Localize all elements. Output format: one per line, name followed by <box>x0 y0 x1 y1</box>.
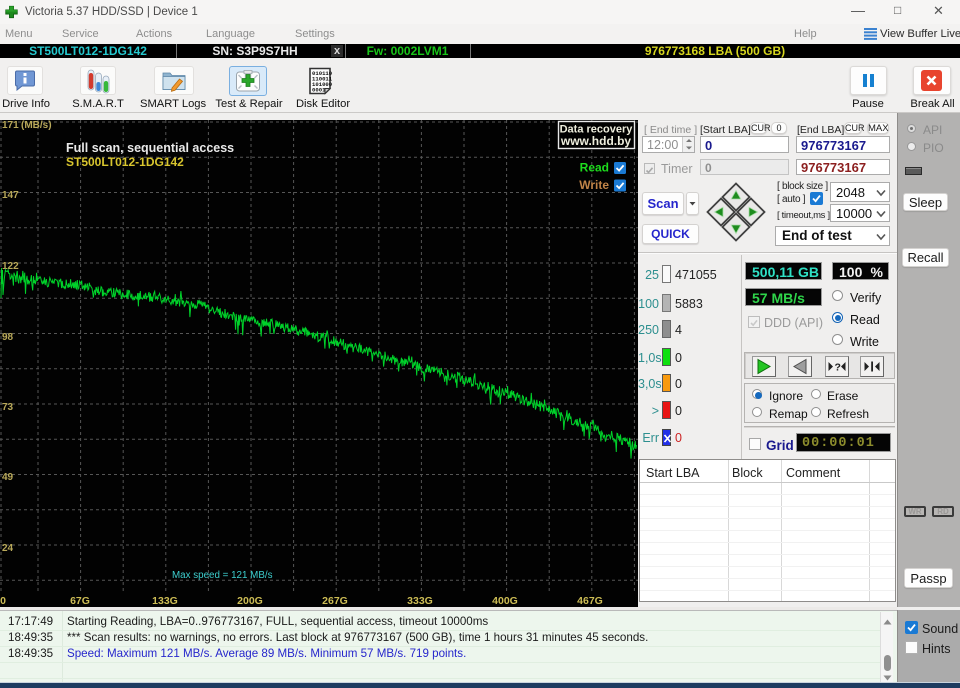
svg-text:www.hdd.by: www.hdd.by <box>560 134 632 148</box>
svg-text:?: ? <box>835 361 841 373</box>
svg-text:98: 98 <box>2 332 14 343</box>
svg-text:(MB/s): (MB/s) <box>21 120 52 131</box>
svg-text:122: 122 <box>2 261 19 272</box>
svg-text:ST500LT012-1DG142: ST500LT012-1DG142 <box>66 155 184 169</box>
svg-text:Write: Write <box>579 178 609 192</box>
svg-text:267G: 267G <box>322 595 348 607</box>
svg-text:171: 171 <box>2 120 19 131</box>
svg-text:0001: 0001 <box>312 87 326 94</box>
svg-text:467G: 467G <box>577 595 603 607</box>
svg-text:400G: 400G <box>492 595 518 607</box>
svg-text:Read: Read <box>580 161 609 175</box>
svg-text:73: 73 <box>2 402 14 413</box>
svg-text:Full scan, sequential access: Full scan, sequential access <box>66 141 234 155</box>
svg-text:67G: 67G <box>70 595 90 607</box>
svg-text:333G: 333G <box>407 595 433 607</box>
svg-text:0: 0 <box>0 595 6 607</box>
svg-text:133G: 133G <box>152 595 178 607</box>
svg-text:200G: 200G <box>237 595 263 607</box>
svg-text:24: 24 <box>2 543 14 554</box>
svg-text:147: 147 <box>2 190 19 201</box>
svg-text:49: 49 <box>2 472 14 483</box>
svg-text:Max speed = 121 MB/s: Max speed = 121 MB/s <box>172 570 273 581</box>
